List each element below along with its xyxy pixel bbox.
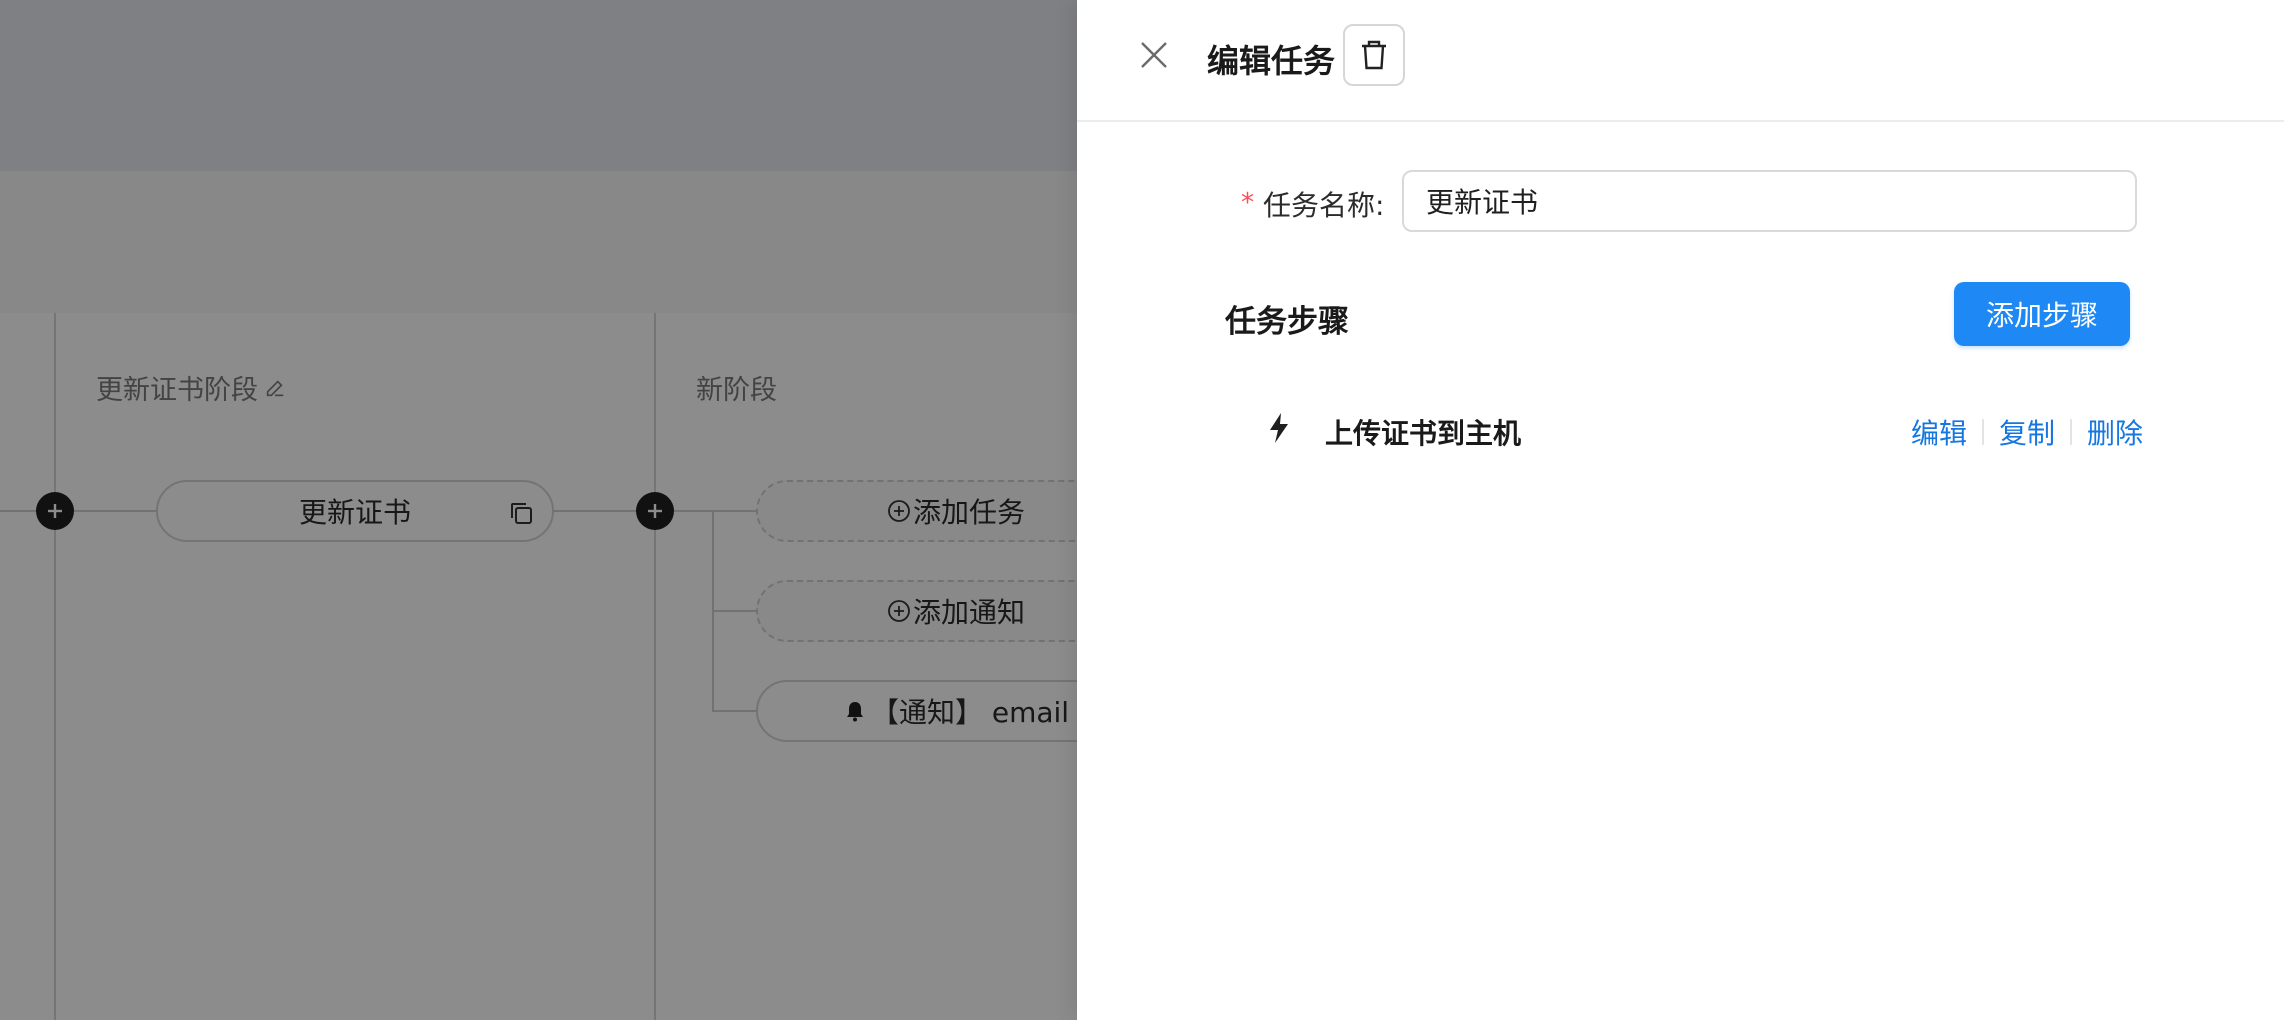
- steps-section-title: 任务步骤: [1225, 304, 1349, 340]
- edit-step-link[interactable]: 编辑: [1911, 412, 1967, 452]
- edit-task-drawer: 编辑任务 * 任务名称: 任务步骤 添加步骤 上传证书到主机 编辑 复制 删除: [1077, 0, 2284, 1020]
- add-step-button[interactable]: 添加步骤: [1954, 282, 2130, 346]
- drawer-title: 编辑任务: [1207, 42, 1336, 80]
- task-name-input[interactable]: [1402, 170, 2137, 232]
- task-name-row: * 任务名称:: [1077, 170, 2284, 234]
- copy-step-link[interactable]: 复制: [1999, 412, 2055, 452]
- close-button[interactable]: [1133, 34, 1175, 76]
- step-item: 上传证书到主机 编辑 复制 删除: [1267, 406, 2147, 458]
- close-icon: [1141, 42, 1167, 68]
- delete-task-button[interactable]: [1343, 24, 1405, 86]
- drawer-header: 编辑任务: [1077, 0, 2284, 122]
- divider: [1982, 419, 1985, 445]
- modal-overlay[interactable]: [0, 0, 1077, 1020]
- lightning-icon: [1270, 413, 1288, 443]
- required-mark: *: [1241, 188, 1254, 218]
- step-name: 上传证书到主机: [1325, 417, 1522, 450]
- divider: [2070, 419, 2073, 445]
- task-name-label: 任务名称:: [1263, 189, 1385, 222]
- delete-step-link[interactable]: 删除: [2087, 412, 2143, 452]
- trash-icon: [1362, 40, 1386, 70]
- step-actions: 编辑 复制 删除: [1911, 412, 2143, 452]
